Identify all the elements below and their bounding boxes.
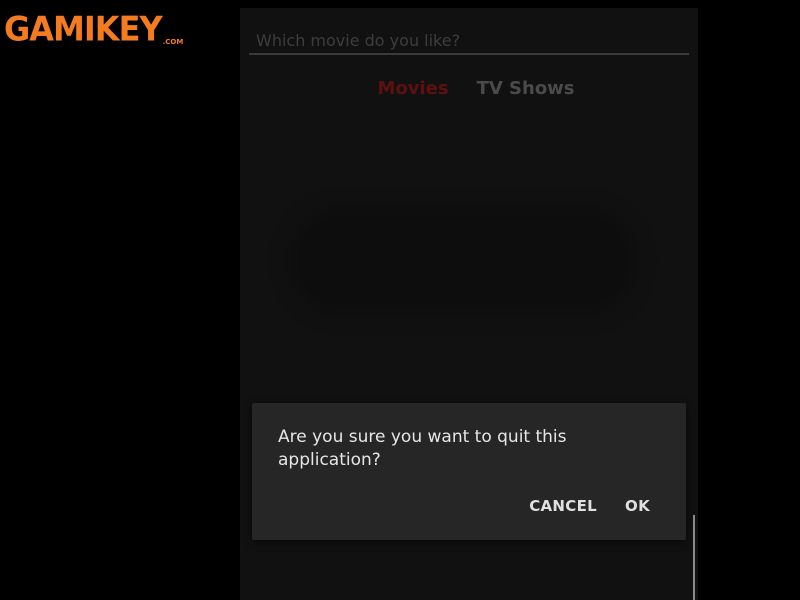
content-tabs: Movies TV Shows	[240, 78, 698, 99]
search-input[interactable]	[249, 22, 689, 53]
logo-wordmark: GAMIKEY	[4, 9, 163, 49]
cancel-button[interactable]: CANCEL	[529, 497, 597, 515]
loading-placeholder	[298, 216, 628, 306]
page: GAMIKEY .COM Movies TV Shows Are you sur…	[0, 0, 800, 600]
dialog-actions: CANCEL OK	[529, 497, 650, 515]
quit-confirmation-dialog: Are you sure you want to quit this appli…	[252, 403, 686, 540]
ok-button[interactable]: OK	[625, 497, 650, 515]
search-bar	[249, 22, 689, 55]
scrollbar[interactable]	[693, 515, 695, 600]
dialog-message: Are you sure you want to quit this appli…	[278, 427, 567, 470]
gamikey-logo: GAMIKEY .COM	[4, 9, 184, 50]
logo-domain-suffix: .COM	[162, 38, 184, 46]
tab-movies[interactable]: Movies	[377, 78, 448, 99]
tab-tv-shows[interactable]: TV Shows	[477, 78, 575, 99]
